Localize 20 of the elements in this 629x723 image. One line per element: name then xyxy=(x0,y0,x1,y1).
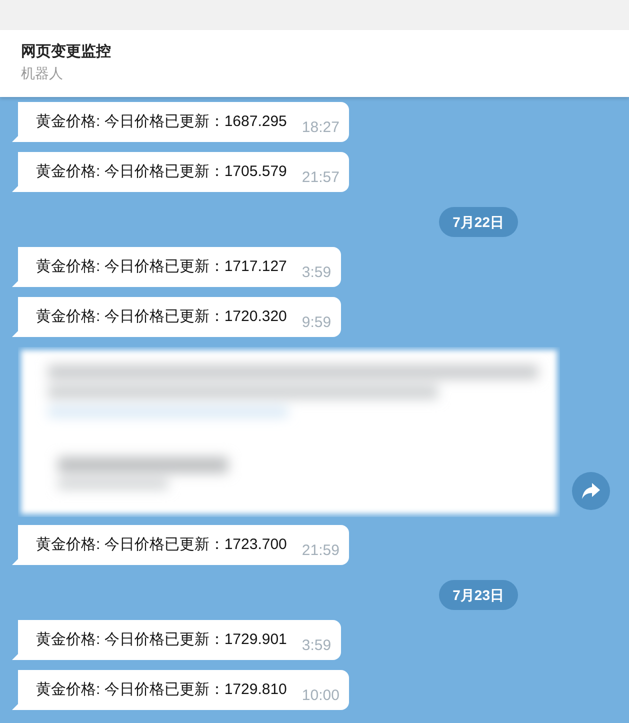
forward-button[interactable] xyxy=(572,472,610,510)
message-text: 黄金价格: 今日价格已更新：1687.295 xyxy=(36,112,287,132)
message-time: 10:00 xyxy=(302,686,340,706)
message-text: 黄金价格: 今日价格已更新：1705.579 xyxy=(36,162,287,182)
chat-subtitle: 机器人 xyxy=(21,64,64,83)
message-text: 黄金价格: 今日价格已更新：1723.700 xyxy=(36,535,287,555)
message-text: 黄金价格: 今日价格已更新：1729.901 xyxy=(36,630,287,650)
message-time: 18:27 xyxy=(302,118,340,138)
message-time: 21:59 xyxy=(302,541,340,561)
message-time: 3:59 xyxy=(302,263,332,283)
message-text: 黄金价格: 今日价格已更新：1717.127 xyxy=(36,257,287,277)
date-label: 7月22日 xyxy=(438,207,518,237)
message-time: 9:59 xyxy=(302,313,332,333)
forward-icon xyxy=(582,483,600,499)
message-time: 3:59 xyxy=(302,636,332,656)
message-text: 黄金价格: 今日价格已更新：1729.810 xyxy=(36,680,287,700)
message-text: 黄金价格: 今日价格已更新：1720.320 xyxy=(36,307,287,327)
message-time: 21:57 xyxy=(302,168,340,188)
date-label: 7月23日 xyxy=(438,580,518,610)
chat-title: 网页变更监控 xyxy=(21,42,112,62)
